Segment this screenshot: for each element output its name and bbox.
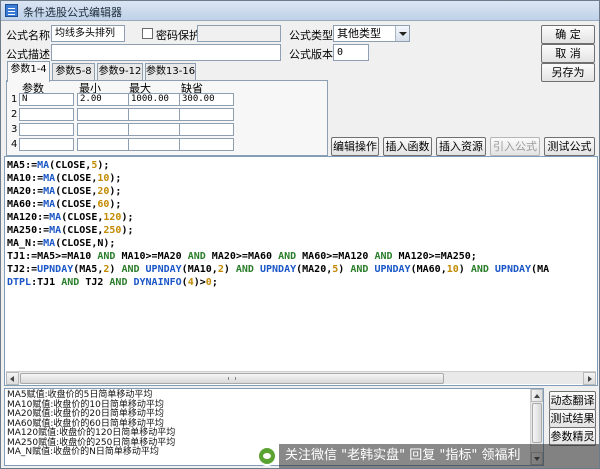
cancel-button[interactable]: 取 消: [541, 44, 595, 63]
param-max-cell[interactable]: [128, 108, 183, 121]
description-line: MA_N赋值:收盘价的N日简单移动平均: [7, 447, 159, 457]
param-row-num: 3: [11, 124, 18, 135]
tab-params-1-4[interactable]: 参数1-4: [7, 61, 50, 82]
ok-button[interactable]: 确 定: [541, 25, 595, 44]
code-line[interactable]: MA10:=MA(CLOSE,10);: [7, 172, 549, 185]
code-line[interactable]: TJ1:=MA5>=MA10 AND MA10>=MA20 AND MA20>=…: [7, 250, 549, 263]
code-line[interactable]: MA120:=MA(CLOSE,120);: [7, 211, 549, 224]
scroll-thumb[interactable]: [532, 403, 542, 443]
password-checkbox[interactable]: [142, 28, 153, 39]
test-result-button[interactable]: 测试结果: [549, 409, 596, 428]
code-line[interactable]: MA60:=MA(CLOSE,60);: [7, 198, 549, 211]
param-row-num: 4: [11, 139, 18, 150]
title-bar[interactable]: 条件选股公式编辑器: [1, 1, 599, 21]
param-default-cell[interactable]: [179, 138, 234, 151]
chevron-down-icon[interactable]: [395, 26, 409, 41]
formula-editor-window: 条件选股公式编辑器 公式名称 均线多头排列 密码保护 公式类型 其他类型 公式描…: [0, 0, 600, 469]
app-icon: [5, 4, 18, 17]
horizontal-scrollbar[interactable]: [6, 371, 596, 385]
code-line[interactable]: MA20:=MA(CLOSE,20);: [7, 185, 549, 198]
param-default-cell[interactable]: [179, 123, 234, 136]
description-lines: MA5赋值:收盘价的5日简单移动平均 MA10赋值:收盘价的10日简单移动平均 …: [7, 390, 175, 458]
insert-function-button[interactable]: 插入函数: [383, 137, 432, 156]
param-row-num: 1: [11, 94, 18, 105]
insert-resource-button[interactable]: 插入资源: [436, 137, 486, 156]
formula-version-input[interactable]: 0: [333, 44, 369, 61]
tab-params-9-12[interactable]: 参数9-12: [97, 63, 143, 81]
save-as-button[interactable]: 另存为: [541, 63, 595, 82]
scroll-thumb[interactable]: [20, 373, 444, 384]
param-name-cell[interactable]: [19, 108, 74, 121]
param-default-cell[interactable]: [179, 108, 234, 121]
code-line[interactable]: DTPL:TJ1 AND TJ2 AND DYNAINFO(4)>0;: [7, 276, 549, 289]
import-formula-button[interactable]: 引入公式: [490, 137, 540, 156]
param-max-cell[interactable]: [128, 123, 183, 136]
code-line[interactable]: TJ2:=UPNDAY(MA5,2) AND UPNDAY(MA10,2) AN…: [7, 263, 549, 276]
code-line[interactable]: MA_N:=MA(CLOSE,N);: [7, 237, 549, 250]
password-label: 密码保护: [156, 29, 200, 42]
param-name-cell[interactable]: N: [19, 93, 74, 106]
wechat-icon: [257, 446, 277, 466]
param-name-cell[interactable]: [19, 123, 74, 136]
formula-type-select[interactable]: 其他类型: [333, 25, 410, 42]
code-text[interactable]: MA5:=MA(CLOSE,5); MA10:=MA(CLOSE,10); MA20…: [7, 159, 549, 289]
param-grid-panel: 参数 最小 最大 缺省 1 N 2.00 1000.00 300.00 2 3 …: [6, 80, 328, 156]
scroll-up-icon[interactable]: [531, 389, 543, 402]
formula-type-value: 其他类型: [337, 27, 381, 40]
tab-params-13-16[interactable]: 参数13-16: [145, 63, 196, 81]
dynamic-translate-button[interactable]: 动态翻译: [549, 391, 596, 410]
param-min-cell[interactable]: 2.00: [77, 93, 132, 106]
tab-params-5-8[interactable]: 参数5-8: [52, 63, 95, 81]
watermark-banner: 关注微信 "老韩实盘" 回复 "指标" 领福利: [279, 444, 599, 468]
param-name-cell[interactable]: [19, 138, 74, 151]
param-min-cell[interactable]: [77, 108, 132, 121]
scroll-left-icon[interactable]: [6, 372, 19, 385]
test-formula-button[interactable]: 测试公式: [544, 137, 595, 156]
formula-name-input[interactable]: 均线多头排列: [51, 25, 125, 42]
code-line[interactable]: MA250:=MA(CLOSE,250);: [7, 224, 549, 237]
param-min-cell[interactable]: [77, 123, 132, 136]
formula-version-label: 公式版本: [289, 48, 333, 61]
scroll-right-icon[interactable]: [583, 372, 596, 385]
code-line[interactable]: MA5:=MA(CLOSE,5);: [7, 159, 549, 172]
window-title: 条件选股公式编辑器: [23, 6, 122, 19]
param-min-cell[interactable]: [77, 138, 132, 151]
edit-operations-button[interactable]: 编辑操作: [331, 137, 379, 156]
formula-desc-input[interactable]: [51, 44, 281, 61]
formula-type-label: 公式类型: [289, 29, 333, 42]
param-row-num: 2: [11, 109, 18, 120]
param-max-cell[interactable]: [128, 138, 183, 151]
code-editor[interactable]: MA5:=MA(CLOSE,5); MA10:=MA(CLOSE,10); MA20…: [4, 156, 598, 386]
param-default-cell[interactable]: 300.00: [179, 93, 234, 106]
password-input[interactable]: [197, 25, 281, 42]
formula-desc-label: 公式描述: [6, 48, 50, 61]
formula-name-label: 公式名称: [6, 29, 50, 42]
param-max-cell[interactable]: 1000.00: [128, 93, 183, 106]
